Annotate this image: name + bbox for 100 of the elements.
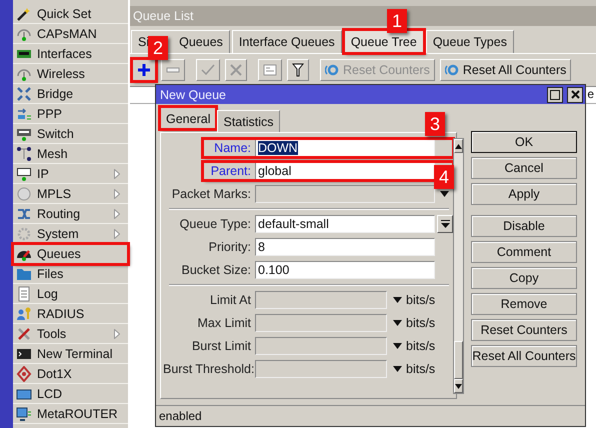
- menu-item[interactable]: Wireless: [13, 64, 128, 84]
- down-arrow-icon: [393, 366, 402, 373]
- field-label: Burst Threshold:: [163, 362, 255, 376]
- menu-item[interactable]: Routing: [13, 204, 128, 224]
- filter-icon: [292, 63, 304, 77]
- ppp-icon: [16, 106, 32, 122]
- menu-item[interactable]: Quick Set: [13, 4, 128, 24]
- menu-item[interactable]: LCD: [13, 384, 128, 404]
- menu-item[interactable]: Log: [13, 284, 128, 304]
- dialog-button[interactable]: Apply: [471, 183, 577, 205]
- menu-item-label: New Terminal: [37, 346, 112, 360]
- dialog-button[interactable]: Reset Counters: [471, 319, 577, 341]
- menu-item[interactable]: RADIUS: [13, 304, 128, 324]
- field-label: Limit At: [209, 293, 252, 307]
- dialog-button[interactable]: Copy: [471, 267, 577, 289]
- menu-item-label: Switch: [37, 126, 74, 140]
- dialog-button[interactable]: OK: [471, 131, 577, 153]
- tab[interactable]: Interface Queues: [232, 30, 342, 53]
- close-button[interactable]: [567, 86, 583, 102]
- callout-badge: 3: [425, 112, 445, 136]
- cross-icon: [230, 64, 242, 76]
- menu-item[interactable]: Bridge: [13, 84, 128, 104]
- filter-button[interactable]: [287, 59, 309, 81]
- menu-item[interactable]: Interfaces: [13, 44, 128, 64]
- input-field[interactable]: [255, 314, 387, 332]
- unit-label: bits/s: [406, 293, 436, 307]
- input-field[interactable]: global: [255, 162, 435, 180]
- menu-item-label: MPLS: [37, 186, 72, 200]
- menu-item-label: System: [37, 226, 79, 240]
- input-field[interactable]: [255, 291, 387, 309]
- menu-item-label: Tools: [37, 326, 66, 340]
- menu-item[interactable]: Dot1X: [13, 364, 128, 384]
- menu-item[interactable]: Tools: [13, 324, 128, 344]
- arrows-icon: [16, 86, 32, 102]
- down-arrow-icon: [393, 297, 402, 304]
- dialog-button[interactable]: Comment: [471, 241, 577, 263]
- menu-item-label: Dot1X: [37, 366, 72, 380]
- menu-item[interactable]: CAPsMAN: [13, 24, 128, 44]
- menu-item-label: Mesh: [37, 146, 68, 160]
- menu-item-label: Files: [37, 266, 64, 280]
- dialog-button[interactable]: Disable: [471, 215, 577, 237]
- field-label: Burst Limit: [190, 339, 252, 353]
- menu-item[interactable]: MPLS: [13, 184, 128, 204]
- computer-icon: [16, 406, 32, 422]
- reset-icon: [325, 64, 339, 76]
- input-field[interactable]: 0.100: [255, 261, 435, 279]
- menu-item-label: LCD: [37, 386, 62, 400]
- dialog-title: New Queue: [160, 88, 228, 102]
- disc-icon: [16, 186, 32, 202]
- menu-item[interactable]: Queues: [13, 244, 128, 264]
- field-label: Name:: [213, 141, 252, 155]
- reset-counters-button[interactable]: Reset All Counters: [440, 59, 572, 81]
- wrench-icon: [16, 326, 32, 342]
- scrollbar[interactable]: [453, 138, 464, 394]
- menu-item[interactable]: System: [13, 224, 128, 244]
- tab[interactable]: Queue Tree: [344, 30, 424, 53]
- menu-item-label: PPP: [37, 106, 62, 120]
- menu-item[interactable]: IP: [13, 164, 128, 184]
- dialog-button[interactable]: Reset All Counters: [471, 345, 577, 367]
- add-button[interactable]: [132, 59, 156, 81]
- callout-badge: 1: [387, 9, 407, 33]
- input-field[interactable]: default-small: [255, 215, 435, 233]
- menu-item-label: Log: [37, 286, 58, 300]
- menu-item[interactable]: Switch: [13, 124, 128, 144]
- check-icon: [201, 64, 215, 76]
- menu-item-label: CAPsMAN: [37, 26, 97, 40]
- input-field[interactable]: DOWN: [255, 139, 435, 157]
- gear-icon: [16, 226, 32, 242]
- diamond-icon: [16, 366, 32, 382]
- dialog-button[interactable]: Cancel: [471, 157, 577, 179]
- input-field[interactable]: [255, 185, 435, 203]
- reset-icon: [444, 64, 459, 76]
- scroll-down-icon: [455, 384, 462, 388]
- menu-item[interactable]: Mesh: [13, 144, 128, 164]
- menu-item[interactable]: New Terminal: [13, 344, 128, 364]
- dialog-button[interactable]: Remove: [471, 293, 577, 315]
- dropdown-button[interactable]: [437, 215, 453, 233]
- tab[interactable]: General: [160, 107, 216, 129]
- tab[interactable]: Statistics: [217, 110, 280, 132]
- down-arrow-icon: [393, 343, 402, 350]
- callout-badge: 2: [148, 36, 168, 60]
- user-key-icon: [16, 306, 32, 322]
- dropdown-arrow-icon: [440, 220, 450, 228]
- menu-item-label: Wireless: [37, 66, 85, 80]
- note-icon: [263, 64, 277, 76]
- maximize-button[interactable]: [547, 86, 563, 102]
- menu-item[interactable]: MetaROUTER: [13, 404, 128, 424]
- status-bar: enabled: [156, 405, 585, 426]
- menu-item[interactable]: Files: [13, 264, 128, 284]
- tab[interactable]: Queue Types: [426, 30, 514, 53]
- column-header: e: [587, 87, 595, 103]
- maximize-icon: [550, 90, 560, 100]
- input-field[interactable]: [255, 360, 387, 378]
- down-arrow-icon: [440, 191, 449, 198]
- input-field[interactable]: [255, 337, 387, 355]
- scrollbar-thumb[interactable]: [454, 341, 463, 379]
- down-arrow-icon: [393, 320, 402, 327]
- menu-item[interactable]: PPP: [13, 104, 128, 124]
- nodes-icon: [16, 146, 32, 162]
- input-field[interactable]: 8: [255, 238, 435, 256]
